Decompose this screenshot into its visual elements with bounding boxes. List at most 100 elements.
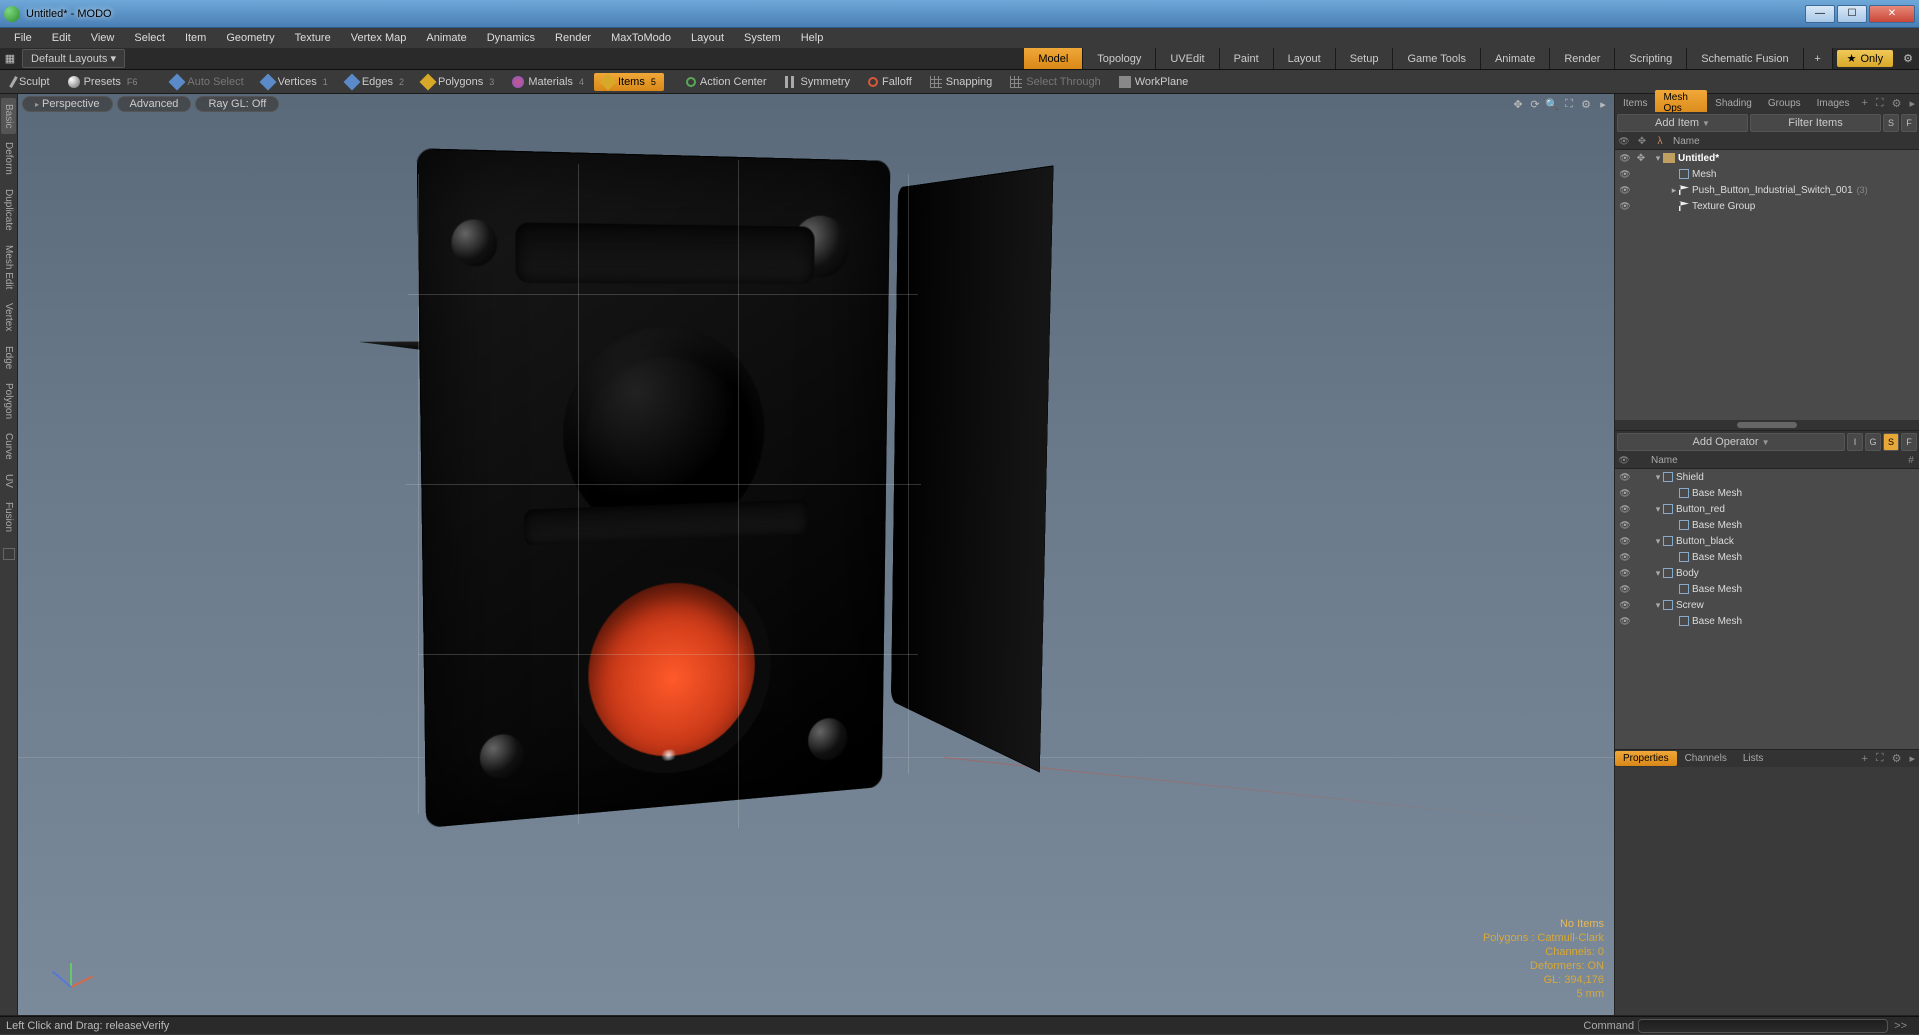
viewport-camera-chip[interactable]: ▸Perspective — [22, 96, 113, 112]
col-visibility-icon[interactable] — [1615, 136, 1633, 147]
layout-tab-game-tools[interactable]: Game Tools — [1393, 48, 1481, 69]
expander-icon[interactable]: ▾ — [1653, 536, 1663, 547]
add-operator-button[interactable]: Add Operator▼ — [1617, 433, 1845, 451]
col-lambda-icon[interactable]: λ — [1651, 136, 1669, 147]
layout-tab-render[interactable]: Render — [1550, 48, 1615, 69]
tree-row[interactable]: 👁Base Mesh — [1615, 613, 1919, 629]
panel-tab-lists[interactable]: Lists — [1735, 751, 1772, 766]
vertices-button[interactable]: Vertices1 — [254, 73, 336, 91]
visibility-toggle[interactable]: 👁 — [1617, 520, 1633, 531]
op-f-button[interactable]: F — [1901, 433, 1917, 451]
visibility-toggle[interactable]: 👁 — [1617, 600, 1633, 611]
workplane-button[interactable]: WorkPlane — [1111, 73, 1197, 91]
vertical-tab-deform[interactable]: Deform — [1, 136, 16, 181]
menu-layout[interactable]: Layout — [681, 30, 734, 46]
tree-row[interactable]: 👁Mesh — [1615, 166, 1919, 182]
viewport-raygl-chip[interactable]: Ray GL: Off — [195, 96, 279, 112]
op-s-button[interactable]: S — [1883, 433, 1899, 451]
panel-tab-shading[interactable]: Shading — [1707, 96, 1760, 111]
tree-row[interactable]: 👁Base Mesh — [1615, 549, 1919, 565]
command-go-button[interactable]: >> — [1888, 1020, 1913, 1032]
vertical-tab-uv[interactable]: UV — [1, 468, 16, 494]
vertical-tab-basic[interactable]: Basic — [1, 98, 16, 134]
vp-more-icon[interactable]: ▸ — [1596, 97, 1610, 111]
tree-row[interactable]: 👁Base Mesh — [1615, 517, 1919, 533]
falloff-button[interactable]: Falloff — [860, 73, 920, 91]
expander-icon[interactable]: ▾ — [1653, 153, 1663, 164]
symmetry-button[interactable]: Symmetry — [777, 73, 859, 91]
tree-row[interactable]: 👁▾Button_black — [1615, 533, 1919, 549]
command-input[interactable] — [1638, 1019, 1888, 1033]
vp-rotate-icon[interactable]: ⟳ — [1528, 97, 1542, 111]
visibility-toggle[interactable]: 👁 — [1617, 552, 1633, 563]
tree-scrollbar[interactable] — [1615, 420, 1919, 430]
menu-select[interactable]: Select — [124, 30, 175, 46]
add-tab-icon[interactable]: + — [1857, 753, 1871, 765]
tree-row[interactable]: 👁Texture Group — [1615, 198, 1919, 214]
visibility-toggle[interactable]: 👁 — [1617, 584, 1633, 595]
tree-row[interactable]: 👁▸Push_Button_Industrial_Switch_001(3) — [1615, 182, 1919, 198]
tree-row[interactable]: 👁✥▾Untitled* — [1615, 150, 1919, 166]
menu-geometry[interactable]: Geometry — [216, 30, 284, 46]
col-name-header[interactable]: Name — [1633, 455, 1903, 466]
menu-texture[interactable]: Texture — [285, 30, 341, 46]
polygons-button[interactable]: Polygons3 — [414, 73, 502, 91]
col-add-icon[interactable]: ✥ — [1633, 136, 1651, 147]
op-i-button[interactable]: I — [1847, 433, 1863, 451]
panel-expand-icon[interactable]: ⛶ — [1872, 97, 1888, 110]
expander-icon[interactable]: ▸ — [1669, 185, 1679, 196]
expander-icon[interactable]: ▾ — [1653, 472, 1663, 483]
window-close-button[interactable]: ✕ — [1869, 5, 1915, 23]
vp-zoom-icon[interactable]: 🔍 — [1545, 97, 1559, 111]
visibility-toggle[interactable]: 👁 — [1617, 488, 1633, 499]
operator-tree[interactable]: 👁▾Shield👁Base Mesh👁▾Button_red👁Base Mesh… — [1615, 469, 1919, 749]
window-maximize-button[interactable]: ☐ — [1837, 5, 1867, 23]
tree-row[interactable]: 👁▾Button_red — [1615, 501, 1919, 517]
action-center-button[interactable]: Action Center — [678, 73, 775, 91]
vertical-tab-mesh-edit[interactable]: Mesh Edit — [1, 239, 16, 295]
expander-icon[interactable]: ▾ — [1653, 568, 1663, 579]
layout-gear-icon[interactable]: ⚙ — [1897, 50, 1919, 67]
layout-tab-uvedit[interactable]: UVEdit — [1156, 48, 1219, 69]
add-icon[interactable]: ✥ — [1633, 153, 1649, 164]
edges-button[interactable]: Edges2 — [338, 73, 412, 91]
tree-row[interactable]: 👁▾Shield — [1615, 469, 1919, 485]
only-button[interactable]: Only — [1837, 50, 1894, 67]
vertical-tab-vertex[interactable]: Vertex — [1, 297, 16, 337]
vertical-tab-polygon[interactable]: Polygon — [1, 377, 16, 425]
sculpt-button[interactable]: Sculpt — [4, 73, 58, 91]
panel-tab-images[interactable]: Images — [1809, 96, 1858, 111]
expander-icon[interactable]: ▾ — [1653, 600, 1663, 611]
visibility-toggle[interactable]: 👁 — [1617, 185, 1633, 196]
col-hash-header[interactable]: # — [1903, 455, 1919, 466]
viewport-shading-chip[interactable]: Advanced — [117, 96, 192, 112]
visibility-toggle[interactable]: 👁 — [1617, 201, 1633, 212]
vertical-tab-duplicate[interactable]: Duplicate — [1, 183, 16, 237]
3d-viewport[interactable]: ▸Perspective Advanced Ray GL: Off ✥ ⟳ 🔍 … — [18, 94, 1614, 1015]
filter-items-button[interactable]: Filter Items — [1750, 114, 1881, 132]
visibility-toggle[interactable]: 👁 — [1617, 536, 1633, 547]
menu-item[interactable]: Item — [175, 30, 216, 46]
item-tree[interactable]: 👁✥▾Untitled*👁Mesh👁▸Push_Button_Industria… — [1615, 150, 1919, 420]
panel-tab-items[interactable]: Items — [1615, 96, 1655, 111]
panel-more-icon[interactable]: ▸ — [1905, 97, 1919, 110]
col-visibility-icon[interactable] — [1615, 455, 1633, 466]
visibility-toggle[interactable]: 👁 — [1617, 472, 1633, 483]
visibility-toggle[interactable]: 👁 — [1617, 568, 1633, 579]
visibility-toggle[interactable]: 👁 — [1617, 616, 1633, 627]
filter-f-button[interactable]: F — [1901, 114, 1917, 132]
menu-edit[interactable]: Edit — [42, 30, 81, 46]
tree-row[interactable]: 👁Base Mesh — [1615, 581, 1919, 597]
panel-gear-icon[interactable]: ⚙ — [1888, 752, 1906, 765]
menu-render[interactable]: Render — [545, 30, 601, 46]
visibility-toggle[interactable]: 👁 — [1617, 504, 1633, 515]
panel-expand-icon[interactable]: ⛶ — [1872, 752, 1888, 765]
visibility-toggle[interactable]: 👁 — [1617, 169, 1633, 180]
layout-tab-topology[interactable]: Topology — [1083, 48, 1156, 69]
layout-tab-paint[interactable]: Paint — [1220, 48, 1274, 69]
filter-s-button[interactable]: S — [1883, 114, 1899, 132]
panel-more-icon[interactable]: ▸ — [1905, 752, 1919, 765]
layout-thumb-button[interactable]: ▦ — [0, 52, 20, 65]
layout-tab-animate[interactable]: Animate — [1481, 48, 1550, 69]
tree-row[interactable]: 👁▾Screw — [1615, 597, 1919, 613]
